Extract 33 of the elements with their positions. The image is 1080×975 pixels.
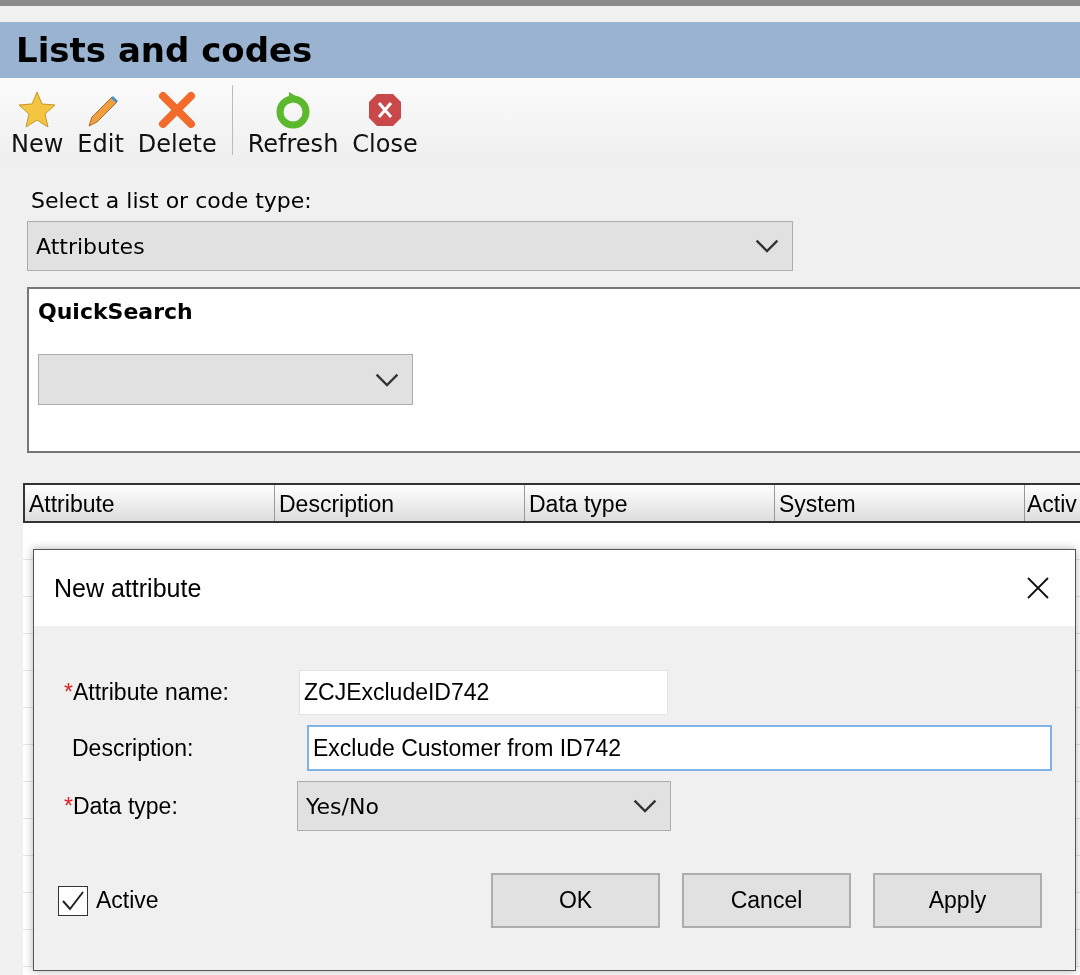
caret-icon: [374, 371, 400, 388]
checkbox-label: Active: [96, 887, 159, 914]
data-type-dropdown[interactable]: Yes/No: [297, 781, 671, 831]
window-title: Lists and codes: [0, 22, 1080, 78]
field-label: Description:: [72, 734, 194, 762]
caret-icon: [754, 238, 780, 254]
dialog-button[interactable]: OK: [491, 873, 660, 928]
dialog-title: New attribute: [54, 573, 202, 603]
column-header[interactable]: Description: [275, 485, 525, 521]
dialog-button[interactable]: Cancel: [682, 873, 851, 928]
type-dropdown[interactable]: Attributes: [27, 221, 793, 271]
dialog-button[interactable]: Apply: [873, 873, 1042, 928]
star-icon: [17, 90, 58, 130]
field-label: Attribute name:: [72, 679, 229, 706]
checkbox[interactable]: [58, 885, 88, 916]
toolbar-button[interactable]: Edit: [70, 86, 131, 162]
required-mark: *: [64, 679, 73, 706]
toolbar-button[interactable]: Delete: [130, 86, 224, 162]
toolbar-button[interactable]: Close: [345, 86, 425, 162]
column-header[interactable]: Activ: [1025, 485, 1080, 521]
column-header[interactable]: Data type: [525, 485, 775, 521]
quicksearch-title: QuickSearch: [38, 299, 194, 324]
text-field[interactable]: ZCJExcludeID742: [299, 670, 668, 715]
caret-icon: [632, 798, 658, 814]
cross-icon: [157, 90, 198, 130]
field-label: Data type:: [72, 792, 178, 820]
type-label: Select a list or code type:: [31, 188, 313, 213]
text-field[interactable]: Exclude Customer from ID742: [307, 725, 1052, 771]
toolbar-button[interactable]: Refresh: [240, 86, 346, 162]
required-mark: *: [64, 792, 73, 820]
column-header[interactable]: System: [775, 485, 1025, 521]
column-header[interactable]: Attribute: [25, 485, 275, 521]
toolbar-button[interactable]: New: [4, 86, 71, 162]
